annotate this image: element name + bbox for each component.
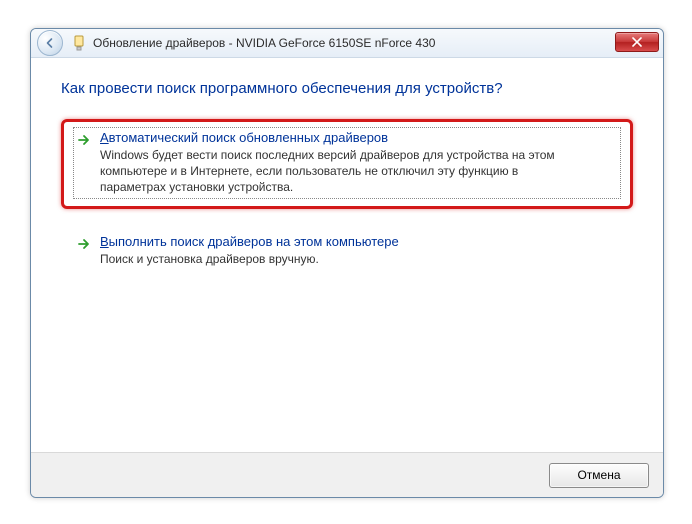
option-auto-search[interactable]: Автоматический поиск обновленных драйвер… [61,119,633,209]
footer: Отмена [31,452,663,497]
option-local-search-desc: Поиск и установка драйверов вручную. [100,251,560,267]
option-local-search-title: Выполнить поиск драйверов на этом компью… [100,234,618,249]
option-local-search[interactable]: Выполнить поиск драйверов на этом компью… [61,223,633,280]
close-icon [632,37,642,47]
arrow-right-icon [76,236,92,252]
back-arrow-icon [44,37,56,49]
back-button[interactable] [37,30,63,56]
option-auto-search-desc: Windows будет вести поиск последних верс… [100,147,560,196]
page-heading: Как провести поиск программного обеспече… [61,80,633,97]
window-title: Обновление драйверов - NVIDIA GeForce 61… [93,36,435,50]
cancel-button[interactable]: Отмена [549,463,649,488]
content-area: Как провести поиск программного обеспече… [31,58,663,280]
arrow-right-icon [76,132,92,148]
close-button[interactable] [615,32,659,52]
driver-update-window: Обновление драйверов - NVIDIA GeForce 61… [30,28,664,498]
option-auto-search-title: Автоматический поиск обновленных драйвер… [100,130,618,145]
titlebar: Обновление драйверов - NVIDIA GeForce 61… [31,29,663,58]
device-icon [71,35,87,51]
